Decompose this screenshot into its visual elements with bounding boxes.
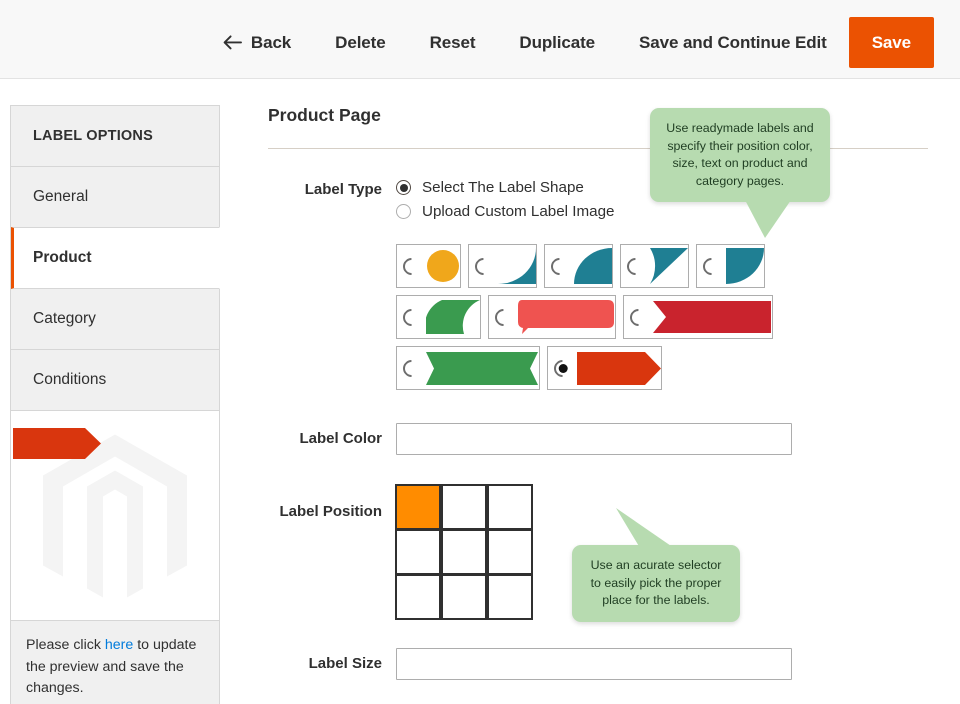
shape-swatch-quarter-circle-round-bottom-right[interactable] — [696, 244, 765, 288]
position-cell-middle-center[interactable] — [441, 529, 487, 575]
tooltip-tail-icon — [616, 508, 674, 548]
radio-icon[interactable] — [471, 253, 496, 279]
page-header: Back Delete Reset Duplicate Save and Con… — [0, 0, 960, 79]
ribbon-notch-left-shape-icon — [653, 301, 771, 333]
back-label: Back — [250, 32, 292, 52]
quarter-circle-round-bottom-right-shape-icon — [726, 248, 764, 284]
label-color-label: Label Color — [299, 430, 382, 447]
leaf-shape-icon — [426, 300, 480, 334]
admin-page: Back Delete Reset Duplicate Save and Con… — [0, 0, 960, 704]
position-cell-bottom-center[interactable] — [441, 574, 487, 620]
radio-label-select-shape: Select The Label Shape — [422, 179, 584, 196]
delete-button[interactable]: Delete — [313, 17, 407, 68]
header-actions: Back Delete Reset Duplicate Save and Con… — [213, 17, 934, 68]
radio-icon[interactable] — [626, 304, 651, 330]
quarter-circle-round-top-right-shape-icon — [574, 248, 612, 284]
shape-swatch-arrow-tag-right[interactable] — [547, 346, 662, 390]
shape-swatch-circle[interactable] — [396, 244, 461, 288]
label-size-label: Label Size — [308, 655, 382, 672]
radio-upload-custom-label-image[interactable]: Upload Custom Label Image — [396, 201, 940, 222]
radio-icon[interactable] — [491, 304, 516, 330]
position-cell-middle-left[interactable] — [395, 529, 441, 575]
tooltip-position-text: Use an acurate selector to easily pick t… — [590, 558, 722, 608]
position-cell-bottom-left[interactable] — [395, 574, 441, 620]
shape-row-1 — [396, 244, 940, 288]
shape-swatch-grid — [396, 244, 940, 390]
speech-bubble-shape-icon — [518, 300, 614, 334]
position-cell-top-left[interactable] — [395, 484, 441, 530]
label-color-input[interactable] — [396, 423, 792, 455]
reset-button[interactable]: Reset — [408, 17, 498, 68]
radio-icon[interactable] — [399, 304, 424, 330]
shape-row-2 — [396, 295, 940, 339]
preview-note-before: Please click — [26, 637, 105, 653]
shape-swatch-speech-bubble[interactable] — [488, 295, 616, 339]
sidebar-item-category[interactable]: Category — [11, 289, 219, 350]
preview-update-link[interactable]: here — [105, 637, 133, 653]
tooltip-tail-icon — [745, 200, 791, 239]
position-cell-top-right[interactable] — [487, 484, 533, 530]
position-cell-bottom-right[interactable] — [487, 574, 533, 620]
arrow-tag-right-shape-icon — [577, 351, 661, 385]
save-button[interactable]: Save — [848, 17, 934, 68]
quarter-circle-concave-bottom-right-shape-icon — [650, 248, 688, 284]
shape-swatch-quarter-circle-concave-bottom-right[interactable] — [620, 244, 689, 288]
position-cell-middle-right[interactable] — [487, 529, 533, 575]
label-preview — [11, 411, 219, 621]
save-and-continue-edit-button[interactable]: Save and Continue Edit — [617, 17, 849, 68]
field-label-type: Label Type Select The Label Shape Upload… — [268, 177, 940, 397]
radio-label-upload-image: Upload Custom Label Image — [422, 203, 615, 220]
position-cell-top-center[interactable] — [441, 484, 487, 530]
shape-swatch-leaf[interactable] — [396, 295, 481, 339]
sidebar-item-conditions[interactable]: Conditions — [11, 350, 219, 411]
tooltip-shapes-text: Use readymade labels and specify their p… — [666, 121, 814, 188]
radio-icon[interactable] — [396, 204, 411, 219]
radio-icon[interactable] — [547, 253, 572, 279]
label-type-label: Label Type — [304, 181, 382, 198]
back-button[interactable]: Back — [213, 17, 313, 68]
sidebar-item-general[interactable]: General — [11, 167, 219, 228]
preview-note: Please click here to update the preview … — [11, 621, 219, 704]
banner-concave-ends-shape-icon — [426, 351, 538, 385]
shape-swatch-banner-concave-ends[interactable] — [396, 346, 540, 390]
field-label-color: Label Color — [268, 423, 940, 455]
circle-shape-icon — [427, 250, 459, 282]
radio-icon[interactable] — [623, 253, 648, 279]
radio-icon[interactable] — [399, 253, 424, 279]
shape-swatch-quarter-circle-concave-left[interactable] — [468, 244, 537, 288]
shape-row-3 — [396, 346, 940, 390]
field-label-size: Label Size — [268, 648, 940, 680]
preview-arrow-tag — [13, 428, 101, 459]
tooltip-shapes: Use readymade labels and specify their p… — [650, 108, 830, 239]
quarter-circle-concave-left-shape-icon — [498, 248, 536, 284]
tooltip-position: Use an acurate selector to easily pick t… — [572, 508, 740, 622]
arrow-left-icon — [223, 35, 242, 50]
label-position-label: Label Position — [279, 503, 382, 520]
label-size-input[interactable] — [396, 648, 792, 680]
sidebar-item-product[interactable]: Product — [11, 227, 220, 289]
radio-icon[interactable] — [399, 355, 424, 381]
radio-icon-selected[interactable] — [550, 355, 575, 381]
sidebar-title: LABEL OPTIONS — [11, 106, 219, 167]
shape-swatch-quarter-circle-round-top-right[interactable] — [544, 244, 613, 288]
shape-swatch-ribbon-notch-left[interactable] — [623, 295, 773, 339]
label-options-sidebar: LABEL OPTIONS General Product Category C… — [10, 105, 220, 704]
duplicate-button[interactable]: Duplicate — [497, 17, 617, 68]
radio-icon-selected[interactable] — [396, 180, 411, 195]
radio-icon[interactable] — [699, 253, 724, 279]
